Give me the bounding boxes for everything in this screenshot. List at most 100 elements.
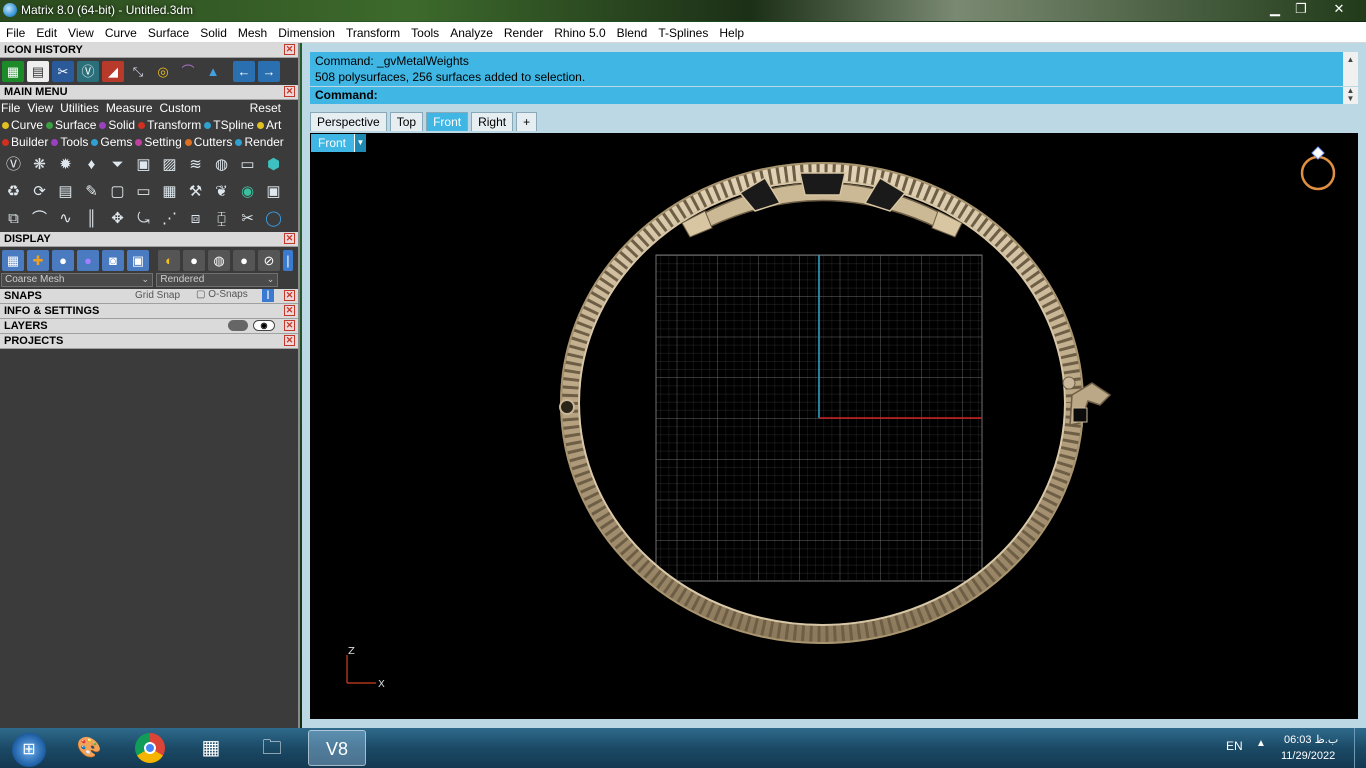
cat-builder[interactable]: Builder (2, 135, 48, 149)
menu-dimension[interactable]: Dimension (272, 22, 340, 43)
xray-icon[interactable]: ◙ (102, 250, 124, 271)
grid-layout-icon[interactable]: ▦ (2, 61, 24, 82)
menu-curve[interactable]: Curve (99, 22, 142, 43)
gold-material-icon[interactable]: ◐ (158, 250, 180, 271)
recycle-icon[interactable]: ♻ (2, 180, 25, 203)
mm-custom[interactable]: Custom (160, 101, 201, 115)
tray-expand-icon[interactable]: ▲ (1256, 738, 1266, 749)
silver-material-icon[interactable]: ◍ (208, 250, 230, 271)
flame-icon[interactable]: ❦ (210, 180, 233, 203)
menu-view[interactable]: View (62, 22, 99, 43)
clock-time[interactable]: 06:03 ب.ظ (1284, 733, 1338, 746)
cut-tool-icon[interactable]: ✂ (52, 61, 74, 82)
close-panel-icon[interactable]: ✕ (284, 320, 295, 331)
tab-front[interactable]: Front (426, 112, 469, 131)
ring-icon[interactable]: ◍ (210, 153, 233, 176)
cut-gem-icon[interactable]: ✂ (236, 207, 259, 230)
document-icon[interactable]: ▢ (106, 180, 129, 203)
mm-utilities[interactable]: Utilities (60, 101, 99, 115)
minimize-icon[interactable]: ▁ (1262, 0, 1288, 18)
menu-render[interactable]: Render (498, 22, 548, 43)
new-file-icon[interactable]: ▤ (27, 61, 49, 82)
hammer-icon[interactable]: ⚒ (184, 180, 207, 203)
circle-ring-icon[interactable]: ◯ (262, 207, 285, 230)
mirror-icon[interactable]: ⧮ (210, 207, 233, 230)
language-indicator[interactable]: EN (1226, 739, 1243, 753)
command-line[interactable]: Command: ▲ ▼ (310, 87, 1358, 104)
cat-transform[interactable]: Transform (138, 118, 201, 132)
technical-icon[interactable]: ▣ (127, 250, 149, 271)
globe-icon[interactable]: ◉ (236, 180, 259, 203)
calculator-taskbar-icon[interactable]: ▦ (182, 730, 240, 766)
tiles-icon[interactable]: ▦ (158, 180, 181, 203)
chip-icon[interactable]: ▣ (132, 153, 155, 176)
cat-cutters[interactable]: Cutters (184, 135, 232, 149)
matrix-logo-icon[interactable]: Ⓥ (77, 61, 99, 82)
close-panel-icon[interactable]: ✕ (284, 86, 295, 97)
menu-rhino[interactable]: Rhino 5.0 (548, 22, 610, 43)
mm-measure[interactable]: Measure (106, 101, 153, 115)
cat-solid[interactable]: Solid (99, 118, 135, 132)
menu-solid[interactable]: Solid (194, 22, 232, 43)
display-mode-select[interactable]: Rendered ⌄ (156, 273, 279, 287)
curve-icon[interactable]: ∿ (54, 207, 77, 230)
cat-art[interactable]: Art (256, 118, 281, 132)
layers-header[interactable]: LAYERS ◉ ✕ (0, 319, 298, 334)
cat-curve[interactable]: Curve (2, 118, 43, 132)
paint-taskbar-icon[interactable]: 🎨 (60, 730, 118, 766)
sun-icon[interactable]: ✹ (54, 153, 77, 176)
menu-tsplines[interactable]: T-Splines (652, 22, 713, 43)
explorer-taskbar-icon[interactable]: 🗀 (243, 730, 301, 766)
close-panel-icon[interactable]: ✕ (284, 335, 295, 346)
display-slider-icon[interactable]: | (283, 250, 293, 271)
brush-icon[interactable]: ✎ (80, 180, 103, 203)
mm-file[interactable]: File (1, 101, 20, 115)
layer-lock-icon[interactable] (228, 320, 248, 331)
cat-setting[interactable]: Setting (135, 135, 182, 149)
snaps-header[interactable]: SNAPS Grid Snap ▢ O-Snaps | ✕ (0, 289, 298, 304)
cat-render[interactable]: Render (235, 135, 284, 149)
eye-icon[interactable]: ◉ (253, 320, 275, 331)
cube-icon[interactable]: ⬢ (262, 153, 285, 176)
stripes-icon[interactable]: ▨ (158, 153, 181, 176)
rotate-icon[interactable]: ⤿ (132, 207, 155, 230)
projects-header[interactable]: PROJECTS ✕ (0, 334, 298, 349)
info-settings-header[interactable]: INFO & SETTINGS ✕ (0, 304, 298, 319)
menu-blend[interactable]: Blend (611, 22, 653, 43)
cat-gems[interactable]: Gems (91, 135, 132, 149)
mesh-quality-select[interactable]: Coarse Mesh ⌄ (1, 273, 153, 287)
save-icon[interactable]: ▣ (262, 180, 285, 203)
pipe-icon[interactable]: ║ (80, 207, 103, 230)
clock-date[interactable]: 11/29/2022 (1281, 750, 1335, 762)
film-icon[interactable]: ▤ (54, 180, 77, 203)
logo-tag-icon[interactable]: ▭ (132, 180, 155, 203)
cat-tspline[interactable]: TSpline (204, 118, 254, 132)
mm-reset-button[interactable]: Reset (250, 101, 281, 115)
fan-icon[interactable]: ⋰ (158, 207, 181, 230)
menu-file[interactable]: File (0, 22, 30, 43)
menu-mesh[interactable]: Mesh (232, 22, 272, 43)
cone-icon[interactable]: ▲ (202, 61, 224, 82)
gem-drop-icon[interactable]: ♦ (80, 153, 103, 176)
close-icon[interactable]: ✕ (1326, 0, 1352, 18)
arc-icon[interactable]: ⌒ (28, 207, 51, 230)
show-desktop-button[interactable] (1354, 728, 1366, 768)
display-header[interactable]: DISPLAY ✕ (0, 232, 298, 247)
funnel-icon[interactable]: ⏷ (106, 153, 129, 176)
curve-bend-icon[interactable]: ⌒ (177, 61, 199, 82)
chrome-taskbar-icon[interactable] (121, 730, 179, 766)
close-panel-icon[interactable]: ✕ (284, 305, 295, 316)
link-icon[interactable]: ⧈ (184, 207, 207, 230)
circle-icon[interactable]: ◎ (152, 61, 174, 82)
menu-tools[interactable]: Tools (405, 22, 444, 43)
wire-material-icon[interactable]: ⊘ (258, 250, 280, 271)
wireframe-icon[interactable]: ▦ (2, 250, 24, 271)
history-scrollbar[interactable]: ▲▼ (1343, 52, 1358, 96)
cat-tools[interactable]: Tools (51, 135, 88, 149)
wave-icon[interactable]: ≋ (184, 153, 207, 176)
ghosted-icon[interactable]: ✚ (27, 250, 49, 271)
menu-transform[interactable]: Transform (340, 22, 405, 43)
shaded-sphere-icon[interactable]: ● (52, 250, 74, 271)
history-forward-icon[interactable]: → (258, 61, 280, 82)
command-scrollbar[interactable]: ▲ ▼ (1343, 87, 1358, 104)
